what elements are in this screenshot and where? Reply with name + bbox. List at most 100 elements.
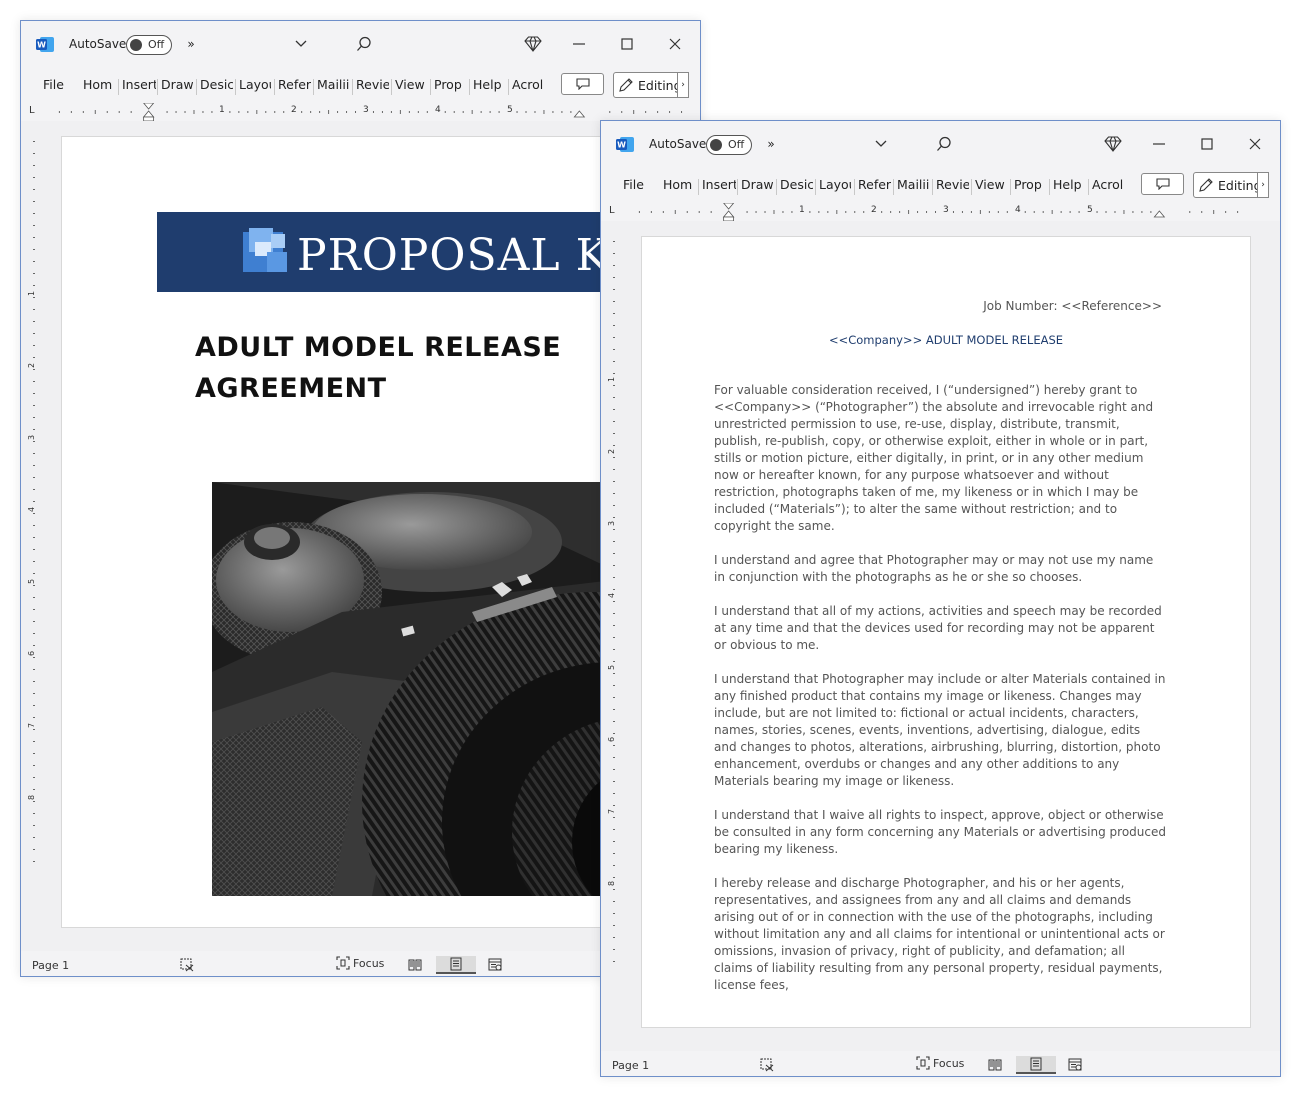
editing-mode-button[interactable]: Editing	[1193, 172, 1267, 198]
tab-home[interactable]: Hom	[663, 177, 697, 195]
ribbon-expand-icon[interactable]: ›	[1257, 172, 1269, 198]
maximize-icon[interactable]	[1195, 121, 1219, 167]
tab-view[interactable]: View	[395, 77, 427, 95]
diamond-icon[interactable]	[521, 21, 545, 67]
close-icon[interactable]	[663, 21, 687, 67]
autosave-toggle[interactable]: Off	[706, 135, 752, 155]
autosave-toggle[interactable]: Off	[126, 35, 172, 55]
ribbon-separator	[430, 79, 431, 95]
horizontal-ruler[interactable]	[601, 203, 1280, 221]
diamond-icon[interactable]	[1101, 121, 1125, 167]
ruler-number: 4	[1015, 205, 1021, 215]
tab-help[interactable]: Help	[473, 77, 505, 95]
comment-icon	[1155, 178, 1170, 190]
document-area[interactable]: 1 2 3 4 5 6 7 8 Job Number: <<Reference>…	[601, 221, 1280, 1051]
focus-button[interactable]: Focus	[336, 956, 384, 970]
minimize-icon[interactable]	[1147, 121, 1171, 167]
vruler-number: 3	[607, 520, 617, 527]
editing-label: Editing	[1218, 177, 1262, 193]
tab-references[interactable]: Refer	[278, 77, 311, 95]
vertical-ruler[interactable]	[609, 231, 619, 971]
vruler-number: 2	[27, 362, 37, 369]
web-layout-icon[interactable]	[486, 956, 504, 974]
tab-review[interactable]: Revie	[936, 177, 969, 195]
tab-file[interactable]: File	[43, 77, 69, 95]
tab-mailings[interactable]: Mailii	[317, 77, 350, 95]
ruler-number: 3	[363, 105, 369, 115]
search-icon[interactable]	[353, 21, 375, 67]
tab-help[interactable]: Help	[1053, 177, 1085, 195]
ribbon-separator	[854, 179, 855, 195]
horizontal-ruler[interactable]	[21, 103, 700, 121]
ruler-number: 5	[1087, 205, 1093, 215]
print-layout-icon[interactable]	[436, 956, 476, 974]
document-title: <<Company>> ADULT MODEL RELEASE	[828, 333, 1064, 347]
tab-mailings[interactable]: Mailii	[897, 177, 930, 195]
search-icon[interactable]	[933, 121, 955, 167]
document-page[interactable]: Job Number: <<Reference>> <<Company>> AD…	[641, 236, 1251, 1028]
document-page[interactable]: PROPOSAL KIT ADULT MODEL RELEASE AGREEME…	[61, 136, 682, 928]
ribbon-separator	[274, 79, 275, 95]
tab-properties[interactable]: Prop	[1014, 177, 1046, 195]
tab-home[interactable]: Hom	[83, 77, 117, 95]
tab-insert[interactable]: Insert	[122, 77, 156, 95]
tab-design[interactable]: Desic	[780, 177, 813, 195]
vruler-number: 4	[27, 506, 37, 513]
comments-button[interactable]	[561, 73, 604, 95]
minimize-icon[interactable]	[567, 21, 591, 67]
document-area[interactable]: 1 2 3 4 5 6 7 8 PROPOSAL KIT ADULT MODEL…	[21, 121, 700, 951]
autosave-label: AutoSave	[649, 137, 707, 151]
chevron-down-icon[interactable]	[871, 121, 891, 167]
status-bar: Page 1 Focus	[21, 953, 700, 976]
tab-layout[interactable]: Layou	[239, 77, 271, 95]
more-commands-button[interactable]: »	[763, 121, 779, 167]
ruler-number: 2	[871, 205, 877, 215]
autosave-state: Off	[728, 138, 745, 151]
vertical-ruler[interactable]	[29, 131, 39, 871]
ruler-number: 3	[943, 205, 949, 215]
read-mode-icon[interactable]	[406, 956, 424, 974]
proofing-icon[interactable]	[758, 1056, 776, 1074]
autosave-state: Off	[148, 38, 165, 51]
tab-references[interactable]: Refer	[858, 177, 891, 195]
web-layout-icon[interactable]	[1066, 1056, 1084, 1074]
ribbon-separator	[157, 79, 158, 95]
tab-layout[interactable]: Layou	[819, 177, 851, 195]
print-layout-icon[interactable]	[1016, 1056, 1056, 1074]
ribbon-separator	[313, 79, 314, 95]
ribbon-expand-icon[interactable]: ›	[677, 72, 689, 98]
comments-button[interactable]	[1141, 173, 1184, 195]
paragraph: For valuable consideration received, I (…	[714, 383, 1154, 533]
read-mode-icon[interactable]	[986, 1056, 1004, 1074]
proposal-kit-logo-icon	[243, 228, 287, 272]
ribbon-separator	[776, 179, 777, 195]
ruler-number: 2	[291, 105, 297, 115]
more-commands-button[interactable]: »	[183, 21, 199, 67]
ribbon-separator	[196, 79, 197, 95]
chevron-down-icon[interactable]	[291, 21, 311, 67]
focus-button[interactable]: Focus	[916, 1056, 964, 1070]
tab-acrobat[interactable]: Acrol	[1092, 177, 1125, 195]
document-body[interactable]: For valuable consideration received, I (…	[714, 382, 1166, 1011]
tab-review[interactable]: Revie	[356, 77, 389, 95]
close-icon[interactable]	[1243, 121, 1267, 167]
page-indicator[interactable]: Page 1	[32, 959, 69, 972]
toggle-knob	[130, 39, 142, 51]
vruler-number: 1	[607, 376, 617, 383]
tab-draw[interactable]: Draw	[741, 177, 773, 195]
maximize-icon[interactable]	[615, 21, 639, 67]
tab-file[interactable]: File	[623, 177, 649, 195]
editing-mode-button[interactable]: Editing	[613, 72, 687, 98]
tab-view[interactable]: View	[975, 177, 1007, 195]
page-indicator[interactable]: Page 1	[612, 1059, 649, 1072]
ribbon-separator	[893, 179, 894, 195]
tab-design[interactable]: Desic	[200, 77, 233, 95]
ribbon-separator	[932, 179, 933, 195]
word-app-icon: W	[616, 137, 634, 152]
title-bar: W AutoSave Off »	[21, 21, 700, 67]
tab-draw[interactable]: Draw	[161, 77, 193, 95]
tab-insert[interactable]: Insert	[702, 177, 736, 195]
tab-properties[interactable]: Prop	[434, 77, 466, 95]
proofing-icon[interactable]	[178, 956, 196, 974]
tab-acrobat[interactable]: Acrol	[512, 77, 545, 95]
